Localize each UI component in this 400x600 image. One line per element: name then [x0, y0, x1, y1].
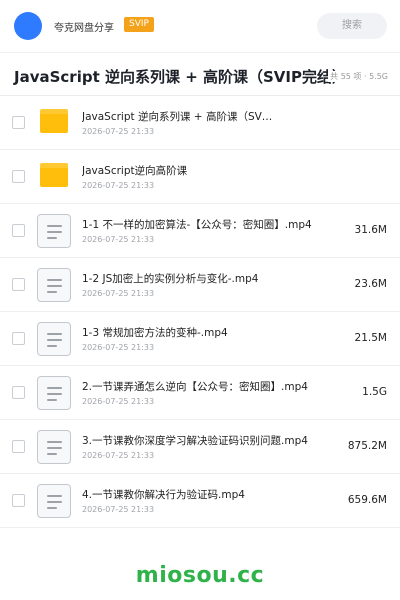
share-label: 夸克网盘分享 [54, 23, 114, 34]
row-checkbox[interactable] [12, 170, 25, 183]
row-checkbox[interactable] [12, 278, 25, 291]
file-name: 1-2 JS加密上的实例分析与变化-.mp4 [82, 273, 259, 285]
avatar[interactable] [14, 12, 42, 40]
file-date: 2026-07-25 21:33 [82, 235, 155, 244]
file-date: 2026-07-25 21:33 [82, 289, 155, 298]
folder-meta: 共 55 项 · 5.5G [328, 71, 388, 82]
file-date: 2026-07-25 21:33 [82, 397, 155, 406]
file-date: 2026-07-25 21:33 [82, 505, 155, 514]
file-row[interactable]: 1-1 不一样的加密算法-【公众号：密知圈】.mp4 2026-07-25 21… [0, 204, 400, 258]
file-name: 3.一节课教你深度学习解决验证码识别问题.mp4 [82, 435, 308, 447]
file-row[interactable]: 4.一节课教你解决行为验证码.mp4 2026-07-25 21:33 659.… [0, 474, 400, 528]
file-date: 2026-07-25 21:33 [82, 343, 155, 352]
file-row[interactable]: JavaScript逆向高阶课 2026-07-25 21:33 [0, 150, 400, 204]
file-row[interactable]: 1-3 常规加密方法的变种-.mp4 2026-07-25 21:33 21.5… [0, 312, 400, 366]
file-size: 875.2M [347, 440, 387, 452]
file-size: 31.6M [354, 224, 387, 236]
row-checkbox[interactable] [12, 116, 25, 129]
file-size: 21.5M [354, 332, 387, 344]
file-name: JavaScript 逆向系列课 + 高阶课（SV… [82, 111, 273, 123]
file-row[interactable]: 1-2 JS加密上的实例分析与变化-.mp4 2026-07-25 21:33 … [0, 258, 400, 312]
file-name: 1-3 常规加密方法的变种-.mp4 [82, 327, 228, 339]
file-date: 2026-07-25 21:33 [82, 127, 155, 136]
document-icon [37, 322, 71, 356]
document-icon [37, 268, 71, 302]
row-checkbox[interactable] [12, 224, 25, 237]
document-icon [37, 376, 71, 410]
row-checkbox[interactable] [12, 494, 25, 507]
file-date: 2026-07-25 21:33 [82, 451, 155, 460]
row-checkbox[interactable] [12, 332, 25, 345]
folder-icon [40, 163, 68, 187]
document-icon [37, 214, 71, 248]
row-checkbox[interactable] [12, 440, 25, 453]
file-name: 1-1 不一样的加密算法-【公众号：密知圈】.mp4 [82, 219, 312, 231]
document-icon [37, 484, 71, 518]
file-row[interactable]: 2.一节课弄通怎么逆向【公众号：密知圈】.mp4 2026-07-25 21:3… [0, 366, 400, 420]
file-date: 2026-07-25 21:33 [82, 181, 155, 190]
folder-header: JavaScript 逆向系列课 + 高阶课（SVIP完结） 共 55 项 · … [0, 52, 400, 96]
top-bar: 夸克网盘分享 SVIP 搜索 [0, 0, 400, 52]
row-checkbox[interactable] [12, 386, 25, 399]
document-icon [37, 430, 71, 464]
file-name: JavaScript逆向高阶课 [82, 165, 188, 177]
file-name: 2.一节课弄通怎么逆向【公众号：密知圈】.mp4 [82, 381, 308, 393]
file-size: 1.5G [362, 386, 387, 398]
search-input[interactable]: 搜索 [317, 13, 387, 39]
file-name: 4.一节课教你解决行为验证码.mp4 [82, 489, 245, 501]
file-size: 23.6M [354, 278, 387, 290]
svip-badge: SVIP [124, 17, 154, 32]
file-list: JavaScript 逆向系列课 + 高阶课（SV… 2026-07-25 21… [0, 96, 400, 528]
folder-title: JavaScript 逆向系列课 + 高阶课（SVIP完结） [14, 68, 347, 86]
file-row[interactable]: 3.一节课教你深度学习解决验证码识别问题.mp4 2026-07-25 21:3… [0, 420, 400, 474]
folder-icon [40, 109, 68, 133]
file-size: 659.6M [347, 494, 387, 506]
watermark: miosou.cc [135, 563, 265, 588]
file-row[interactable]: JavaScript 逆向系列课 + 高阶课（SV… 2026-07-25 21… [0, 96, 400, 150]
